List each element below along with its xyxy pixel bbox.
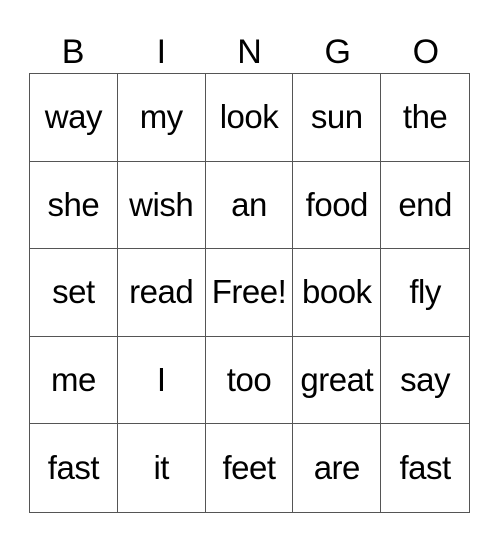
bingo-cell[interactable]: fast — [30, 424, 118, 512]
bingo-cell[interactable]: fly — [381, 249, 469, 337]
bingo-cell[interactable]: wish — [117, 161, 206, 250]
bingo-card: way my look sun the she wish an food end… — [29, 73, 470, 513]
header-letter-b: B — [61, 33, 85, 71]
bingo-cell[interactable]: sun — [293, 74, 382, 162]
bingo-cell[interactable]: say — [381, 337, 469, 425]
header-letter-o: O — [412, 33, 440, 71]
bingo-cell[interactable]: the — [381, 74, 469, 162]
bingo-cell[interactable]: set — [30, 249, 118, 337]
bingo-cell[interactable]: I — [117, 336, 206, 425]
bingo-cell[interactable]: too — [205, 336, 294, 425]
free-space-cell[interactable]: Free! — [205, 249, 294, 337]
bingo-cell[interactable]: great — [293, 336, 382, 425]
bingo-cell[interactable]: book — [293, 249, 382, 337]
bingo-cell[interactable]: an — [205, 161, 294, 250]
bingo-cell[interactable]: she — [30, 161, 118, 250]
bingo-cell[interactable]: way — [30, 74, 118, 162]
bingo-cell[interactable]: are — [293, 424, 382, 512]
bingo-cell[interactable]: it — [118, 424, 206, 512]
bingo-cell[interactable]: read — [117, 249, 206, 337]
bingo-cell[interactable]: look — [205, 74, 294, 162]
bingo-cell[interactable]: me — [30, 336, 118, 425]
header-letter-g: G — [324, 33, 351, 71]
bingo-cell[interactable]: end — [381, 162, 469, 250]
header-letter-i: I — [156, 33, 167, 71]
bingo-cell[interactable]: feet — [206, 424, 294, 512]
bingo-cell[interactable]: food — [293, 161, 382, 250]
bingo-header: B I N G O — [29, 30, 470, 74]
bingo-cell[interactable]: my — [117, 74, 206, 162]
bingo-cell[interactable]: fast — [381, 424, 469, 512]
header-letter-n: N — [237, 33, 262, 71]
